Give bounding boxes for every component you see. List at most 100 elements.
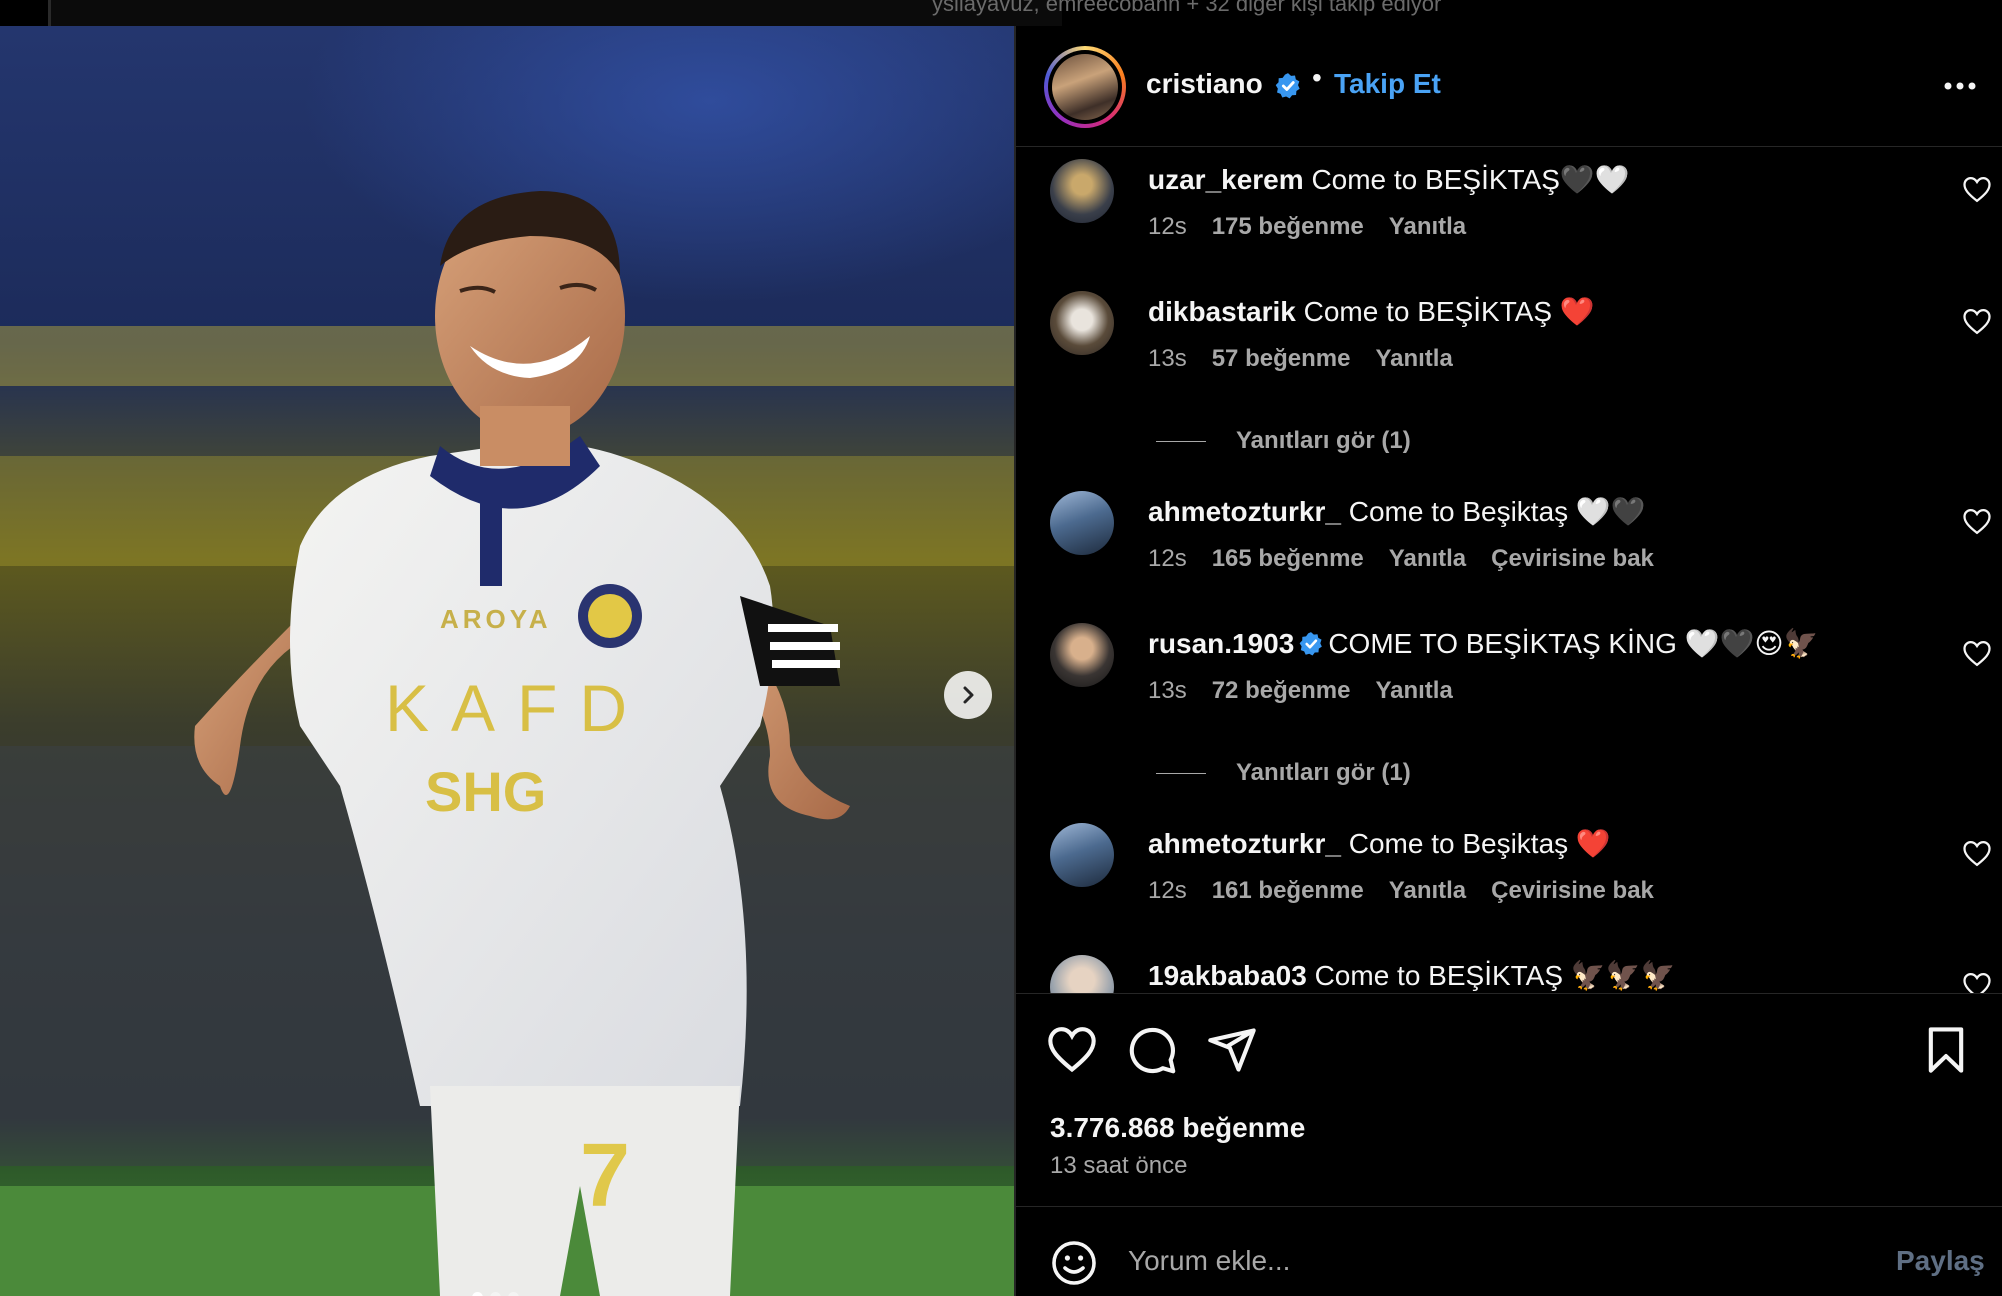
reply-button[interactable]: Yanıtla [1389,545,1466,573]
comment-likes[interactable]: 161 beğenme [1212,877,1364,905]
comment-meta: 12s 165 beğenme Yanıtla Çevirisine bak [1148,545,1654,573]
post-side-panel: cristiano • Takip Et uzar_kerem Come to … [1014,26,2002,1296]
replies-divider [1156,772,1206,774]
more-icon [1944,82,1976,90]
share-icon[interactable] [1206,1024,1258,1076]
view-replies-label: Yanıtları gör (1) [1236,427,1411,454]
view-replies-button[interactable]: Yanıtları gör (1) [1156,421,1411,461]
comment-likes[interactable]: 175 beğenme [1212,213,1364,241]
comment-item: ahmetozturkr_ Come to Beşiktaş ❤️ 12s 16… [1016,813,2002,923]
commenter-avatar[interactable] [1050,291,1114,355]
comment-likes[interactable]: 165 beğenme [1212,545,1364,573]
view-replies-label: Yanıtları gör (1) [1236,759,1411,786]
post-photo[interactable]: AROYA KAFD SHG 7 [0,26,1014,1296]
comment-text: dikbastarik Come to BEŞİKTAŞ ❤️ [1148,295,1595,328]
comment-time[interactable]: 13s [1148,345,1187,373]
comments-list[interactable]: uzar_kerem Come to BEŞİKTAŞ🖤🤍 12s 175 be… [1016,147,2002,993]
comment-username[interactable]: dikbastarik [1148,296,1296,327]
replies-divider [1156,440,1206,442]
commenter-avatar[interactable] [1050,491,1114,555]
comment-time[interactable]: 12s [1148,877,1187,905]
author-username[interactable]: cristiano [1146,68,1263,100]
comment-time[interactable]: 12s [1148,213,1187,241]
heart-icon[interactable] [1962,839,1992,867]
verified-icon [1299,632,1323,656]
heart-icon[interactable] [1962,175,1992,203]
comment-username[interactable]: rusan.1903 [1148,628,1294,659]
comment-item: dikbastarik Come to BEŞİKTAŞ ❤️ 13s 57 b… [1016,281,2002,391]
comment-username[interactable]: ahmetozturkr_ [1148,828,1341,859]
like-count[interactable]: 3.776.868 beğenme [1050,1112,1305,1144]
comment-item: 19akbaba03 Come to BEŞİKTAŞ 🦅🦅🦅 [1016,945,2002,993]
carousel-dot [490,1292,501,1296]
comment-meta: 13s 72 beğenme Yanıtla [1148,677,1453,705]
comment-body: Come to BEŞİKTAŞ 🦅🦅🦅 [1314,960,1676,991]
emoji-icon[interactable] [1050,1239,1098,1287]
next-photo-button[interactable] [944,671,992,719]
comment-body: Come to BEŞİKTAŞ ❤️ [1303,296,1595,327]
comment-meta: 12s 175 beğenme Yanıtla [1148,213,1466,241]
post-header: cristiano • Takip Et [1016,26,2002,147]
reply-button[interactable]: Yanıtla [1389,877,1466,905]
commenter-avatar[interactable] [1050,623,1114,687]
comment-meta: 12s 161 beğenme Yanıtla Çevirisine bak [1148,877,1654,905]
comment-icon[interactable] [1126,1024,1178,1076]
post-comment-button[interactable]: Paylaş [1896,1245,1985,1277]
comment-input[interactable] [1128,1233,1828,1289]
comment-username[interactable]: uzar_kerem [1148,164,1304,195]
reply-button[interactable]: Yanıtla [1375,677,1452,705]
heart-icon[interactable] [1962,307,1992,335]
comment-text: uzar_kerem Come to BEŞİKTAŞ🖤🤍 [1148,163,1630,196]
author-avatar[interactable] [1044,46,1126,128]
comment-time[interactable]: 12s [1148,545,1187,573]
comment-username[interactable]: ahmetozturkr_ [1148,496,1341,527]
carousel-dot [508,1292,519,1296]
comment-item: ahmetozturkr_ Come to Beşiktaş 🤍🖤 12s 16… [1016,481,2002,591]
comment-likes[interactable]: 57 beğenme [1212,345,1351,373]
jersey-sub-sponsor: SHG [425,760,546,823]
commenter-avatar[interactable] [1050,159,1114,223]
view-replies-button[interactable]: Yanıtları gör (1) [1156,753,1411,793]
header-separator: • [1312,62,1322,93]
more-options-button[interactable] [1940,66,1980,106]
jersey-sponsor: KAFD [385,671,649,745]
chevron-right-icon [963,686,974,704]
see-translation-button[interactable]: Çevirisine bak [1491,877,1654,905]
comment-text: rusan.1903 COME TO BEŞİKTAŞ KİNG 🤍🖤😍🦅 [1148,627,1818,660]
comment-text: 19akbaba03 Come to BEŞİKTAŞ 🦅🦅🦅 [1148,959,1675,992]
post-actions: 3.776.868 beğenme 13 saat önce [1016,993,2002,1233]
heart-icon[interactable] [1962,639,1992,667]
heart-icon[interactable] [1962,507,1992,535]
bookmark-icon[interactable] [1920,1024,1972,1076]
comment-meta: 13s 57 beğenme Yanıtla [1148,345,1453,373]
post-image: AROYA KAFD SHG 7 [0,26,1014,1296]
reply-button[interactable]: Yanıtla [1389,213,1466,241]
comment-item: uzar_kerem Come to BEŞİKTAŞ🖤🤍 12s 175 be… [1016,149,2002,259]
comment-item: rusan.1903 COME TO BEŞİKTAŞ KİNG 🤍🖤😍🦅 13s… [1016,613,2002,723]
jersey-brand: AROYA [440,604,552,634]
comment-username[interactable]: 19akbaba03 [1148,960,1307,991]
comment-body: COME TO BEŞİKTAŞ KİNG 🤍🖤😍🦅 [1328,628,1819,659]
comment-composer: Paylaş [1016,1206,2002,1296]
comment-body: Come to BEŞİKTAŞ🖤🤍 [1311,164,1630,195]
top-strip: ysilayavuz, emreecobann + 32 diğer kişi … [0,0,2002,26]
comment-body: Come to Beşiktaş 🤍🖤 [1348,496,1646,527]
comment-text: ahmetozturkr_ Come to Beşiktaş 🤍🖤 [1148,495,1646,528]
comment-time[interactable]: 13s [1148,677,1187,705]
comment-likes[interactable]: 72 beğenme [1212,677,1351,705]
verified-icon [1275,73,1300,99]
heart-icon[interactable] [1962,971,1992,993]
comment-body: Come to Beşiktaş ❤️ [1348,828,1611,859]
shorts-number: 7 [580,1126,630,1226]
reply-button[interactable]: Yanıtla [1375,345,1452,373]
commenter-avatar[interactable] [1050,823,1114,887]
post-time[interactable]: 13 saat önce [1050,1152,1187,1180]
follow-button[interactable]: Takip Et [1334,68,1441,100]
commenter-avatar[interactable] [1050,955,1114,993]
followed-by-note: ysilayavuz, emreecobann + 32 diğer kişi … [932,0,1442,16]
heart-icon[interactable] [1046,1024,1098,1076]
previous-post-edge [48,0,1062,26]
comment-text: ahmetozturkr_ Come to Beşiktaş ❤️ [1148,827,1611,860]
carousel-dot [472,1292,483,1296]
see-translation-button[interactable]: Çevirisine bak [1491,545,1654,573]
